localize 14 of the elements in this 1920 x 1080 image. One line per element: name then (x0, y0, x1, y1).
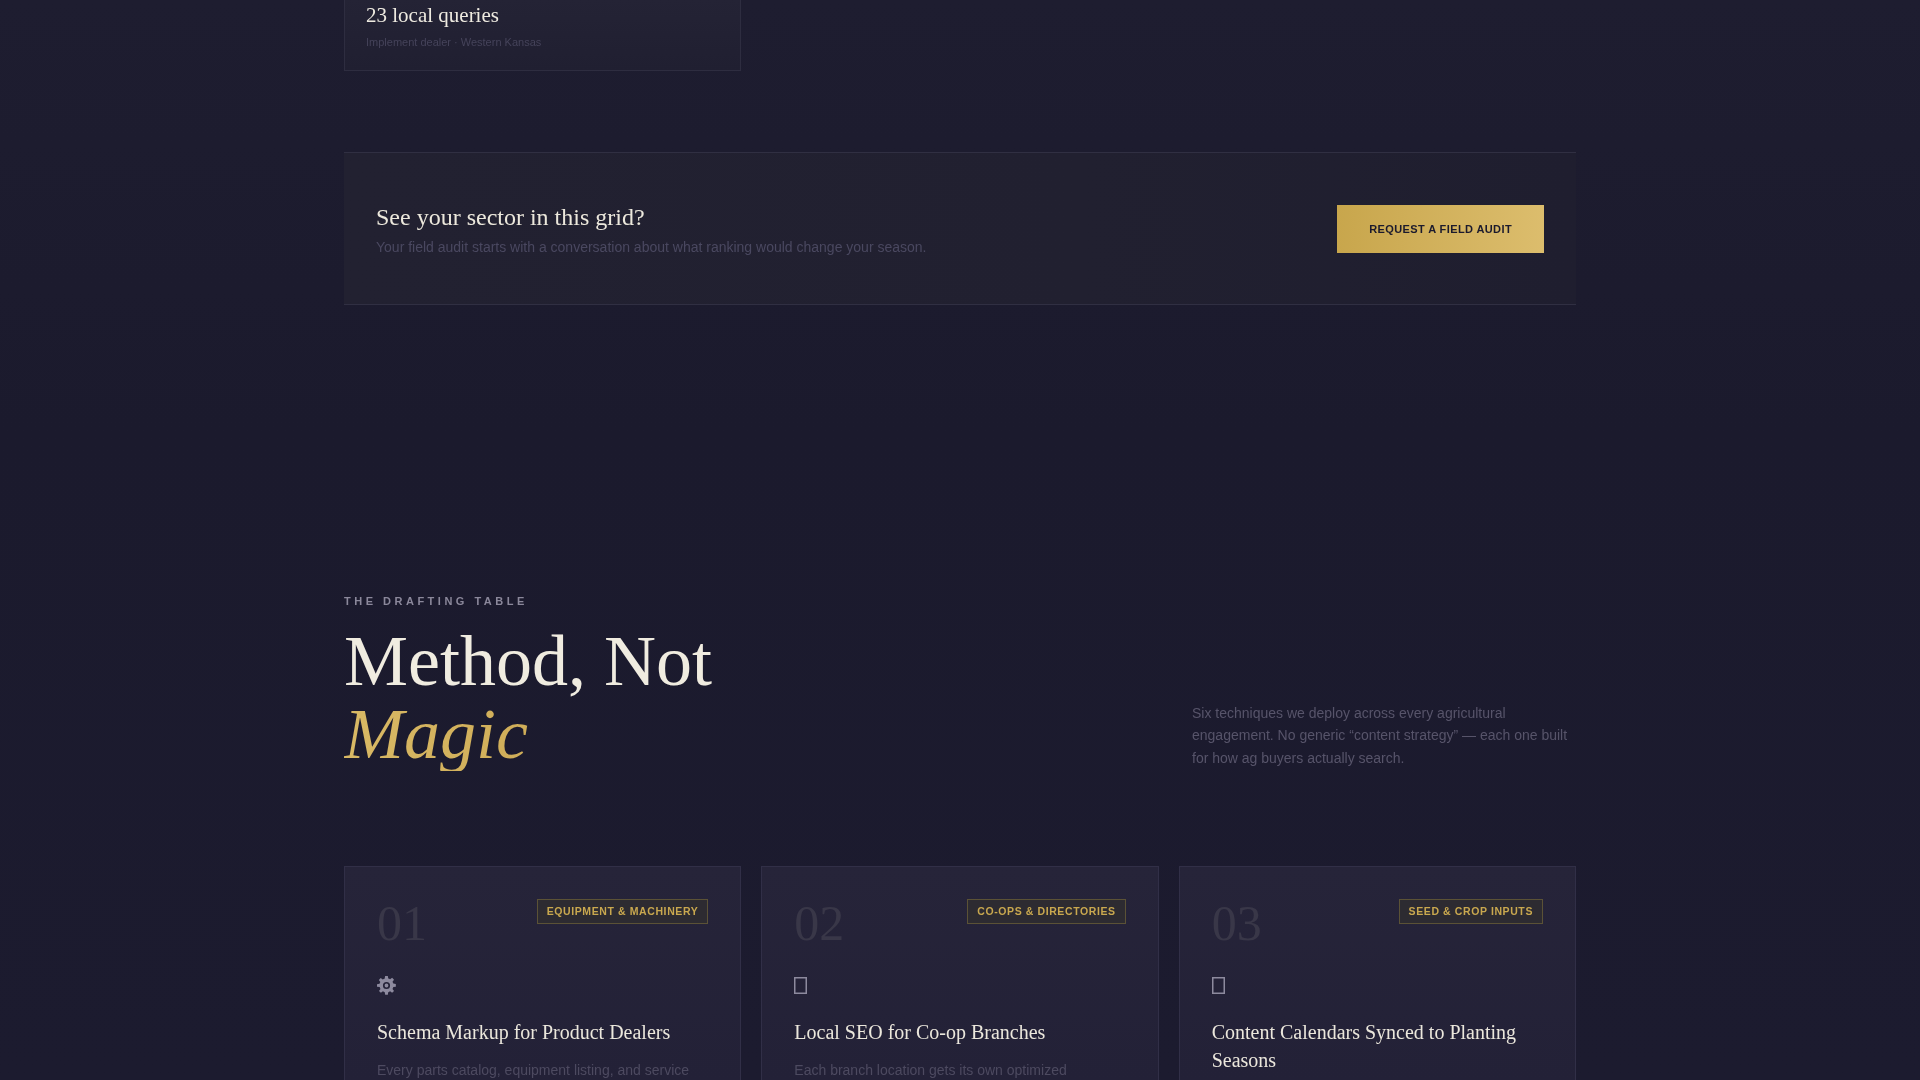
rectangle-outline-icon (794, 977, 808, 994)
cta-title: See your sector in this grid? (376, 202, 646, 232)
stat-value: 23 local queries (366, 3, 500, 27)
request-audit-button[interactable]: REQUEST A FIELD AUDIT (1337, 204, 1544, 253)
section-eyebrow: THE DRAFTING TABLE (344, 594, 529, 608)
rectangle-outline-icon (1211, 977, 1225, 994)
card-title: Local SEO for Co-op Branches (794, 1020, 1047, 1046)
category-tag: CO-OPS & DIRECTORIES (967, 899, 1126, 924)
category-tag: SEED & CROP INPUTS (1398, 899, 1543, 924)
card-title: Content Calendars Synced to Planting Seasons (1211, 1020, 1518, 1073)
section-intro: Six techniques we deploy across every agricultural engagement. No generic “content strategy” — each one built for how ag buyers actually search. (1192, 703, 1569, 768)
category-tag: EQUIPMENT & MACHINERY (536, 899, 709, 924)
gear-icon (377, 976, 396, 995)
card-title: Schema Markup for Product Dealers (377, 1020, 672, 1046)
